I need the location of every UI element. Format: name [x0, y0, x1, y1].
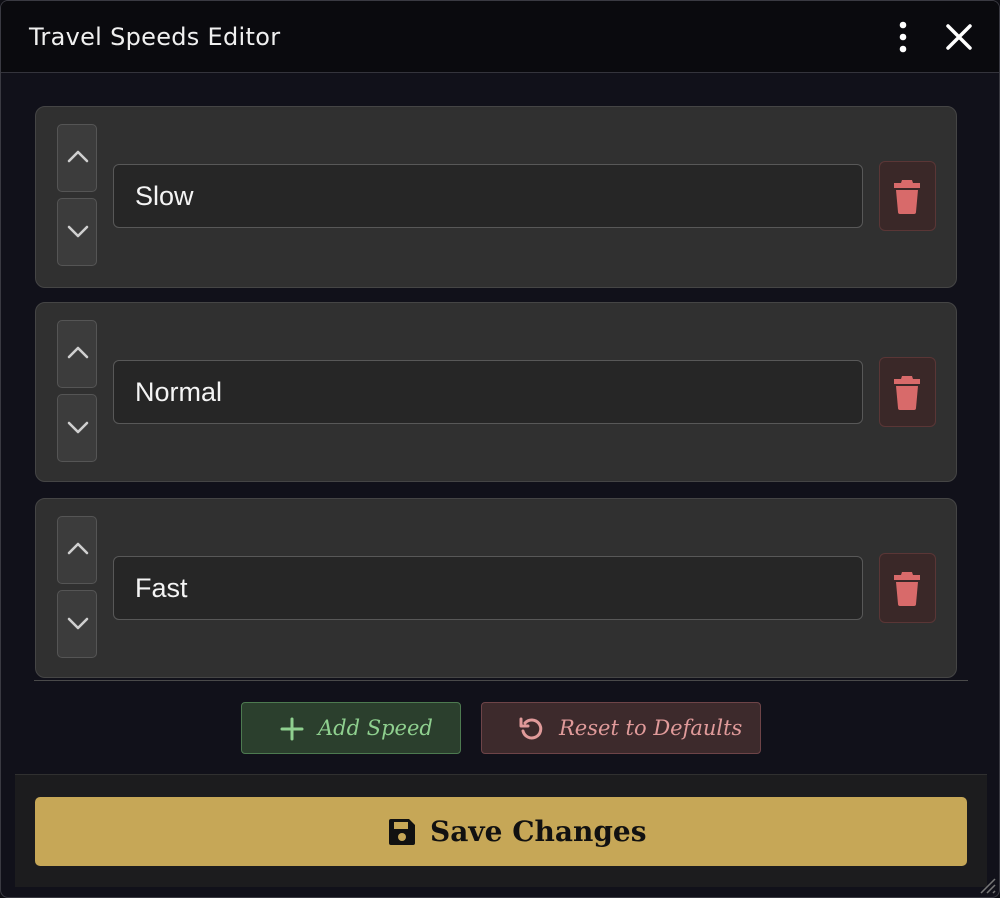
add-speed-label: Add Speed — [318, 716, 433, 740]
speed-name-input[interactable] — [113, 360, 863, 424]
chevron-up-icon — [67, 150, 89, 163]
chevron-up-icon — [67, 542, 89, 555]
speed-row — [35, 106, 957, 288]
move-up-button[interactable] — [57, 516, 97, 584]
floppy-disk-icon — [389, 819, 415, 845]
delete-speed-button[interactable] — [879, 553, 936, 623]
trash-icon — [894, 376, 920, 410]
window-title: Travel Speeds Editor — [29, 23, 281, 51]
speed-name-input[interactable] — [113, 556, 863, 620]
trash-icon — [894, 180, 920, 214]
reset-defaults-label: Reset to Defaults — [559, 716, 743, 740]
move-up-button[interactable] — [57, 320, 97, 388]
speed-list — [35, 106, 957, 678]
delete-speed-button[interactable] — [879, 161, 936, 231]
footer: Save Changes — [15, 774, 987, 887]
editor-window: Travel Speeds Editor Slow Normal Fast Ad… — [0, 0, 1000, 898]
menu-icon[interactable] — [891, 19, 915, 55]
chevron-down-icon — [67, 421, 89, 434]
trash-icon — [894, 572, 920, 606]
add-speed-button[interactable]: Add Speed — [241, 702, 461, 754]
undo-icon — [519, 717, 543, 740]
speed-row — [35, 498, 957, 678]
save-changes-label: Save Changes — [430, 815, 647, 848]
save-changes-button[interactable]: Save Changes — [35, 797, 967, 866]
move-down-button[interactable] — [57, 198, 97, 266]
chevron-down-icon — [67, 225, 89, 238]
speed-row — [35, 302, 957, 482]
resize-handle[interactable] — [973, 871, 997, 895]
reset-defaults-button[interactable]: Reset to Defaults — [481, 702, 761, 754]
list-divider — [34, 680, 968, 681]
title-bar[interactable]: Travel Speeds Editor — [1, 1, 999, 73]
plus-icon — [280, 717, 304, 741]
close-icon[interactable] — [941, 19, 977, 55]
speed-name-input[interactable] — [113, 164, 863, 228]
chevron-up-icon — [67, 346, 89, 359]
delete-speed-button[interactable] — [879, 357, 936, 427]
move-up-button[interactable] — [57, 124, 97, 192]
chevron-down-icon — [67, 617, 89, 630]
move-down-button[interactable] — [57, 394, 97, 462]
move-down-button[interactable] — [57, 590, 97, 658]
